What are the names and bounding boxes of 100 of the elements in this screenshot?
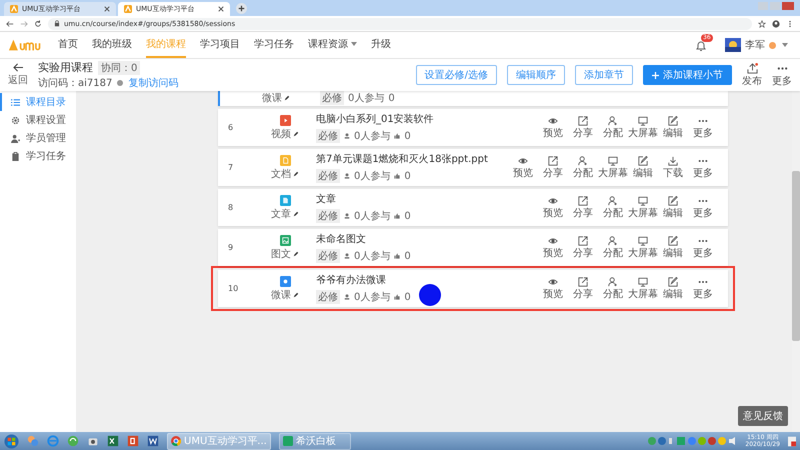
row-action-button[interactable]: 下载 — [658, 156, 688, 180]
row-action-button[interactable]: 分配 — [598, 116, 628, 140]
scrollbar-thumb[interactable] — [792, 171, 800, 341]
caret-icon[interactable] — [782, 43, 788, 47]
document-icon[interactable] — [147, 435, 159, 447]
row-action-button[interactable]: 更多 — [688, 116, 718, 140]
action-button[interactable]: 添加课程小节 — [643, 65, 732, 85]
toolbar-button[interactable]: 更多 — [772, 62, 792, 88]
type-label: 文章 — [271, 208, 291, 220]
lesson-card[interactable]: 10 微课 爷爷有办法微课 必修 0人参与 0 预览 分享 分配 大屏幕 编辑 更多 — [218, 270, 728, 307]
row-number: 10 — [227, 284, 240, 293]
lesson-title[interactable]: 未命名图文 — [316, 232, 411, 246]
profile-icon[interactable] — [772, 20, 780, 28]
assign-icon — [608, 236, 618, 246]
row-action-button[interactable]: 预览 — [538, 276, 568, 300]
row-action-button[interactable]: 分配 — [598, 236, 628, 260]
row-action-button[interactable]: 更多 — [688, 236, 718, 260]
row-action-button[interactable]: 预览 — [538, 236, 568, 260]
row-action-button[interactable]: 更多 — [688, 196, 718, 220]
row-action-button[interactable]: 分配 — [568, 156, 598, 180]
row-number: 9 — [227, 243, 234, 252]
row-action-button[interactable]: 预览 — [508, 156, 538, 180]
row-action-button[interactable]: 大屏幕 — [628, 276, 658, 300]
person-icon — [344, 133, 350, 139]
action-button[interactable]: 编辑顺序 — [507, 65, 565, 85]
sidebar-item[interactable]: 课程设置 — [0, 111, 76, 129]
back-button[interactable]: 返回 — [8, 63, 28, 87]
avatar-icon[interactable] — [725, 38, 741, 52]
back-icon[interactable] — [6, 20, 14, 28]
row-action-button[interactable]: 更多 — [688, 156, 718, 180]
lesson-card[interactable]: 6 视频 电脑小白系列_01安装软件 必修 0人参与 0 预览 分享 分配 大屏幕 编辑 更多 — [218, 109, 728, 146]
row-action-button[interactable]: 预览 — [538, 116, 568, 140]
lesson-title[interactable]: 第7单元课题1燃烧和灭火18张ppt.ppt — [316, 152, 488, 166]
sidebar-item[interactable]: 学员管理 — [0, 129, 76, 147]
row-action-button[interactable]: 编辑 — [658, 236, 688, 260]
start-button[interactable] — [4, 434, 19, 448]
bell-icon[interactable] — [695, 40, 707, 52]
nav-link[interactable]: 我的班级 — [92, 32, 132, 58]
window-controls-icon[interactable] — [758, 2, 794, 10]
row-action-button[interactable]: 编辑 — [658, 196, 688, 220]
action-button[interactable]: 添加章节 — [575, 65, 633, 85]
preview-icon — [518, 156, 528, 166]
row-action-button[interactable]: 大屏幕 — [628, 236, 658, 260]
lesson-card[interactable]: 7 文档 第7单元课题1燃烧和灭火18张ppt.ppt 必修 0人参与 0 预览 分享 分配 大屏幕 编辑 下载 更多 — [218, 149, 728, 186]
row-action-button[interactable]: 大屏幕 — [598, 156, 628, 180]
nav-link[interactable]: 学习任务 — [254, 32, 294, 58]
medal-icon — [769, 42, 776, 48]
nav-link[interactable]: 课程资源 — [308, 32, 357, 58]
row-action-button[interactable]: 大屏幕 — [628, 196, 658, 220]
required-tag: 必修 — [316, 209, 340, 223]
system-tray-icons[interactable] — [647, 436, 738, 446]
reload-icon[interactable] — [34, 20, 42, 28]
notification-icon[interactable] — [788, 436, 796, 446]
row-action-button[interactable]: 分享 — [538, 156, 568, 180]
required-tag: 必修 — [320, 91, 344, 105]
nav-link[interactable]: 升级 — [371, 32, 391, 58]
row-action-button[interactable]: 编辑 — [628, 156, 658, 180]
feedback-button[interactable]: 意见反馈 — [738, 406, 788, 426]
row-action-button[interactable]: 预览 — [538, 196, 568, 220]
lesson-card[interactable]: 9 图文 未命名图文 必修 0人参与 0 预览 分享 分配 大屏幕 编辑 更多 — [218, 229, 728, 266]
pencil-icon[interactable] — [293, 130, 299, 136]
spreadsheet-icon[interactable] — [107, 435, 119, 447]
nav-link[interactable]: 学习项目 — [200, 32, 240, 58]
copy-link[interactable]: 复制访问码 — [128, 76, 178, 90]
lesson-card[interactable]: 微课 必修 0人参与 0 — [218, 91, 728, 106]
row-action-button[interactable]: 分享 — [568, 196, 598, 220]
lesson-title[interactable]: 电脑小白系列_01安装软件 — [316, 112, 434, 126]
sidebar-item[interactable]: 学习任务 — [0, 147, 76, 165]
toolbar-button[interactable]: 发布 — [742, 62, 762, 88]
nav-link[interactable]: 首页 — [58, 32, 78, 58]
star-icon[interactable] — [758, 20, 766, 28]
pencil-icon[interactable] — [293, 292, 299, 298]
row-action-button[interactable]: 更多 — [688, 276, 718, 300]
participant-count: 0人参与 — [354, 290, 390, 304]
plus-icon — [652, 72, 659, 78]
close-icon[interactable] — [104, 6, 110, 12]
pencil-icon[interactable] — [293, 210, 299, 216]
row-action-button[interactable]: 分享 — [568, 116, 598, 140]
share-icon — [548, 156, 558, 166]
sidebar-item[interactable]: 课程目录 — [0, 93, 76, 111]
row-action-button[interactable]: 分享 — [568, 276, 598, 300]
row-action-button[interactable]: 分享 — [568, 236, 598, 260]
user-name[interactable]: 李军 — [745, 38, 765, 52]
row-action-button[interactable]: 编辑 — [658, 276, 688, 300]
new-tab-icon[interactable] — [236, 3, 247, 14]
lesson-title[interactable]: 文章 — [316, 192, 411, 206]
presentation-icon[interactable] — [127, 435, 139, 447]
close-icon[interactable] — [218, 6, 224, 12]
lesson-card[interactable]: 8 文章 文章 必修 0人参与 0 预览 分享 分配 大屏幕 编辑 更多 — [218, 189, 728, 226]
row-action-button[interactable]: 分配 — [598, 196, 628, 220]
pencil-icon[interactable] — [293, 250, 299, 256]
action-button[interactable]: 设置必修/选修 — [416, 65, 497, 85]
pencil-icon[interactable] — [284, 95, 290, 101]
refresh-app-icon[interactable] — [67, 435, 79, 447]
row-action-button[interactable]: 编辑 — [658, 116, 688, 140]
lesson-title[interactable]: 爷爷有办法微课 — [316, 273, 441, 287]
help-icon[interactable] — [117, 80, 124, 86]
row-action-button[interactable]: 大屏幕 — [628, 116, 658, 140]
row-action-button[interactable]: 分配 — [598, 276, 628, 300]
pencil-icon[interactable] — [293, 170, 299, 176]
